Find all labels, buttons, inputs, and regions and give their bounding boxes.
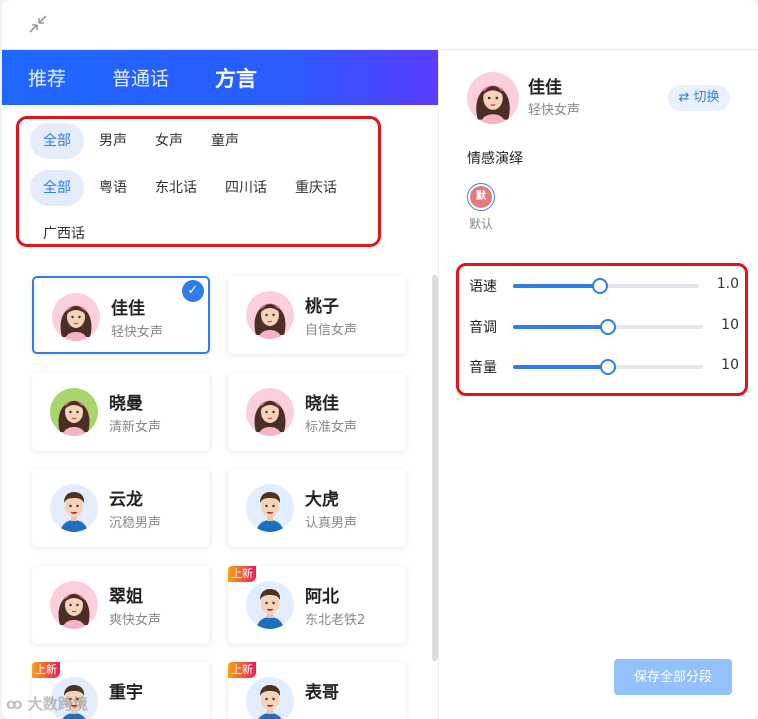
- gender-filter-row: 全部 男声 女声 童声: [30, 123, 254, 159]
- voice-list-panel: 推荐 普通话 方言 全部 男声 女声 童声 全部 粤语 东北话 四川话 重庆话 …: [2, 50, 438, 719]
- voice-desc: 自信女声: [305, 323, 358, 338]
- filter-female[interactable]: 女声: [142, 123, 196, 159]
- slider-row: 音量 10: [469, 357, 739, 377]
- watermark-logo: ꝏ 大数跨境: [6, 695, 88, 713]
- slider-thumb[interactable]: [592, 278, 609, 294]
- voice-name: 晓曼: [109, 393, 143, 414]
- new-badge: 上新: [228, 565, 256, 582]
- tab-recommend[interactable]: 推荐: [28, 64, 66, 91]
- voice-avatar: [50, 387, 98, 436]
- switch-voice-button[interactable]: ⇄ 切换: [668, 85, 730, 111]
- slider-row: 音调 10: [469, 317, 739, 337]
- filter-cantonese[interactable]: 粤语: [86, 170, 140, 206]
- check-icon: ✓: [182, 280, 204, 302]
- current-voice-desc: 轻快女声: [528, 103, 581, 118]
- voice-card[interactable]: 晓佳 标准女声: [228, 372, 406, 451]
- voice-dialog: 推荐 普通话 方言 全部 男声 女声 童声 全部 粤语 东北话 四川话 重庆话 …: [2, 0, 758, 719]
- voice-card[interactable]: 晓曼 清新女声: [32, 372, 210, 451]
- voice-card[interactable]: 桃子 自信女声: [228, 276, 406, 354]
- slider-panel: 语速 1.0 音调 10 音量 10: [456, 263, 748, 396]
- slider-value: 10: [721, 316, 739, 333]
- slider-thumb[interactable]: [600, 318, 616, 335]
- voice-name: 阿北: [305, 586, 339, 607]
- current-voice-avatar: [467, 72, 519, 124]
- slider-row: 语速 1.0: [469, 276, 739, 296]
- emotion-name: 默认: [469, 217, 494, 231]
- filter-chongqing[interactable]: 重庆话: [282, 170, 350, 206]
- new-badge: 上新: [228, 662, 256, 678]
- voice-avatar: [246, 387, 294, 436]
- slider-thumb[interactable]: [600, 359, 616, 375]
- slider-label: 音调: [469, 319, 497, 336]
- filter-child[interactable]: 童声: [198, 123, 252, 159]
- voice-avatar: [246, 677, 294, 719]
- dialect-filter-row: 全部 粤语 东北话 四川话 重庆话: [30, 170, 352, 206]
- filter-guangxi[interactable]: 广西话: [30, 216, 98, 252]
- voice-grid: 佳佳 轻快女声 ✓ 桃子 自信女声 晓曼 清新女声 晓佳 标准女声 云龙 沉稳男声 大虎 认真男声 翠姐爽…: [2, 270, 432, 719]
- tab-mandarin[interactable]: 普通话: [112, 64, 169, 91]
- voice-desc: 标准女声: [305, 419, 358, 435]
- filter-northeast[interactable]: 东北话: [142, 170, 210, 206]
- voice-name: 佳佳: [111, 299, 145, 319]
- tab-dialect[interactable]: 方言: [215, 63, 257, 93]
- save-all-button[interactable]: 保存全部分段: [614, 659, 732, 695]
- voice-card[interactable]: 翠姐 爽快女声: [32, 565, 210, 644]
- voice-avatar: [52, 293, 100, 341]
- emotion-badge: 默: [470, 186, 492, 208]
- category-tabs: 推荐 普通话 方言: [2, 50, 438, 105]
- filter-male[interactable]: 男声: [86, 123, 140, 159]
- voice-avatar: [246, 484, 294, 532]
- voice-avatar: [50, 484, 98, 532]
- voice-desc: 沉稳男声: [109, 516, 162, 531]
- voice-desc: 认真男声: [305, 516, 358, 531]
- dialog-header: [2, 0, 758, 50]
- voice-name: 大虎: [305, 490, 339, 510]
- slider-label: 音量: [469, 360, 497, 376]
- voice-name: 翠姐: [109, 586, 143, 607]
- voice-card[interactable]: 表哥 上新: [228, 662, 406, 719]
- voice-name: 桃子: [305, 297, 339, 317]
- voice-name: 晓佳: [305, 393, 339, 414]
- voice-desc: 清新女声: [109, 419, 162, 435]
- slider-track[interactable]: [513, 359, 703, 375]
- voice-card[interactable]: 大虎 认真男声: [228, 469, 406, 547]
- slider-fill: [513, 365, 608, 369]
- voice-desc: 东北老铁2: [305, 612, 366, 628]
- slider-value: 10: [721, 357, 739, 373]
- voice-name: 云龙: [109, 490, 143, 510]
- voice-avatar: [50, 580, 98, 629]
- dialect-filter-row-2: 广西话: [30, 216, 100, 252]
- voice-name: 重宇: [109, 683, 143, 703]
- voice-avatar: [246, 291, 294, 339]
- emotion-default-button[interactable]: 默: [467, 183, 495, 211]
- voice-name: 表哥: [305, 683, 339, 703]
- filter-gender-all[interactable]: 全部: [30, 123, 84, 159]
- collapse-icon[interactable]: [26, 12, 50, 36]
- slider-track[interactable]: [513, 278, 699, 294]
- slider-track[interactable]: [513, 318, 703, 335]
- filter-dialect-all[interactable]: 全部: [30, 170, 84, 206]
- slider-value: 1.0: [716, 276, 739, 292]
- slider-label: 语速: [469, 279, 497, 295]
- slider-fill: [513, 324, 608, 329]
- voice-avatar: [246, 580, 294, 629]
- filter-sichuan[interactable]: 四川话: [212, 170, 280, 206]
- filter-panel: 全部 男声 女声 童声 全部 粤语 东北话 四川话 重庆话 广西话: [16, 116, 381, 247]
- new-badge: 上新: [32, 662, 60, 678]
- voice-settings-panel: 佳佳 轻快女声 ⇄ 切换 情感演绎 默 默认 语速 1.0 音调 10 音量 10 保存全…: [439, 50, 758, 719]
- emotion-title: 情感演绎: [467, 151, 523, 167]
- voice-card[interactable]: 阿北东北老铁2 上新: [228, 565, 406, 644]
- voice-card[interactable]: 佳佳轻快女声 ✓: [32, 276, 210, 354]
- voice-desc: 爽快女声: [109, 612, 162, 628]
- voice-card[interactable]: 云龙 沉稳男声: [32, 469, 210, 547]
- voice-desc: 轻快女声: [111, 325, 164, 340]
- current-voice-name: 佳佳: [528, 78, 562, 98]
- slider-fill: [513, 284, 601, 288]
